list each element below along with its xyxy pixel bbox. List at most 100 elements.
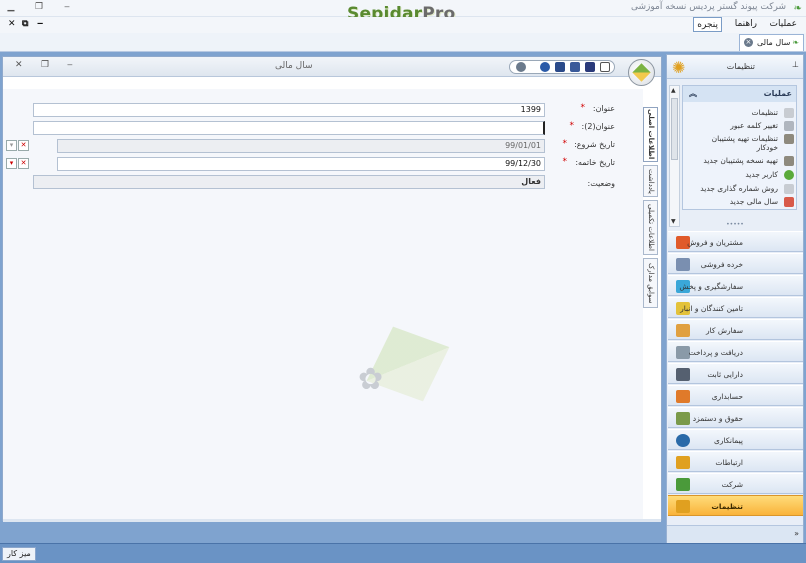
nav-payroll[interactable]: حقوق و دستمزد: [668, 407, 803, 428]
window-title: سال مالی: [275, 61, 313, 71]
nav-company[interactable]: شرکت: [668, 473, 803, 494]
tab-extra-info[interactable]: اطلاعات تکمیلی: [643, 200, 658, 255]
required-mark: *: [562, 157, 568, 167]
calendar-icon[interactable]: ▾: [6, 158, 17, 169]
help-icon[interactable]: [516, 62, 526, 72]
nav-retail[interactable]: خرده فروشی: [668, 253, 803, 274]
doc-tab-fiscal-year[interactable]: ❧سال مالی×: [738, 34, 804, 51]
pin-icon[interactable]: ⊥: [792, 60, 799, 69]
end-date-input[interactable]: 99/12/30: [57, 157, 545, 171]
nav-order-distribution[interactable]: سفارشگیری و پخش: [668, 275, 803, 296]
nav-settings[interactable]: تنظیمات: [668, 495, 803, 516]
nav-label: ارتباطات: [715, 458, 743, 467]
new-document-icon[interactable]: [600, 62, 610, 72]
new-backup-icon: [784, 156, 794, 166]
save-close-icon[interactable]: [585, 62, 595, 72]
settings-gear-icon: ✺: [672, 58, 686, 77]
close-tab-icon[interactable]: ×: [743, 38, 753, 47]
ops-scrollbar[interactable]: ▲ ▼: [669, 85, 680, 227]
navigation-orb[interactable]: [628, 59, 655, 86]
toolbar: [509, 60, 615, 74]
label-start-date: تاریخ شروع:: [574, 140, 615, 149]
backup-settings-icon: [784, 134, 794, 144]
doc-tab-logo-icon: ❧: [792, 38, 799, 47]
panel-header: ✺ تنظیمات ⊥: [667, 55, 803, 79]
calendar-icon[interactable]: ▾: [6, 140, 17, 151]
splitter-grip[interactable]: •••••: [667, 222, 803, 230]
nav-accounting[interactable]: حسابداری: [668, 385, 803, 406]
info-icon[interactable]: [540, 62, 550, 72]
save-new-icon[interactable]: [570, 62, 580, 72]
nav-label: پیمانکاری: [714, 436, 743, 445]
nav-label: تنظیمات: [711, 502, 743, 511]
restore-mdi-icon[interactable]: ⧉: [22, 19, 28, 29]
orb-logo-icon: [632, 63, 651, 82]
nav-suppliers-warehouse[interactable]: تامین کنندگان و انبار: [668, 297, 803, 318]
window-header: ✕ ❐ ‒ سال مالی: [3, 57, 661, 77]
window-close-icon[interactable]: ✕: [15, 60, 23, 70]
start-date-input[interactable]: 99/01/01: [57, 139, 545, 153]
nav-communications[interactable]: ارتباطات: [668, 451, 803, 472]
title-input[interactable]: 1399: [33, 103, 545, 117]
label-status: وضعیت:: [587, 179, 615, 188]
window-minimize-icon[interactable]: ‒: [60, 2, 74, 12]
nav-customers-sales[interactable]: مشتریان و فروش: [668, 231, 803, 252]
expand-chevron-icon[interactable]: »: [794, 529, 799, 538]
title2-input[interactable]: [33, 121, 545, 135]
restore-icon[interactable]: ❐: [32, 2, 46, 12]
nav-work-order[interactable]: سفارش کار: [668, 319, 803, 340]
save-icon[interactable]: [555, 62, 565, 72]
label-end-date: تاریخ خاتمه:: [575, 158, 615, 167]
calendar-new-icon: [784, 197, 794, 207]
app-title: شرکت پیوند گستر پردیس نسخه آموزشی: [630, 2, 786, 12]
nav-label: دریافت و پرداخت: [688, 348, 743, 357]
collapse-chevron-icon[interactable]: ︽: [689, 86, 697, 102]
op-backup-settings[interactable]: تنظیمات تهیه پشتیبان: [712, 134, 778, 143]
close-mdi-icon[interactable]: ✕: [8, 19, 16, 29]
clear-date-icon[interactable]: ✕: [18, 140, 29, 151]
watermark: ✿: [358, 326, 450, 414]
nav-receipts-payments[interactable]: دریافت و پرداخت: [668, 341, 803, 362]
op-new-numbering[interactable]: روش شماره گذاری جدید: [700, 184, 778, 193]
doc-tab-label: سال مالی: [756, 38, 791, 47]
row-end-date: تاریخ خاتمه: * 99/12/30 ✕ ▾: [5, 157, 615, 171]
op-settings[interactable]: تنظیمات: [752, 108, 778, 117]
menu-help[interactable]: راهنما: [732, 17, 760, 32]
scroll-up-icon[interactable]: ▲: [671, 87, 676, 94]
operations-list: ︽ عملیات تنظیمات تغییر کلمه عبور تنظیمات …: [682, 85, 797, 210]
minimize-icon[interactable]: ▁: [4, 2, 18, 12]
menu-operations[interactable]: عملیات: [767, 17, 800, 32]
numbering-icon: [784, 184, 794, 194]
new-user-icon: [784, 170, 794, 180]
tab-notes[interactable]: یادداشت: [643, 165, 658, 197]
tab-document-history[interactable]: سوابق مدارک: [643, 258, 658, 308]
menu-bar: ✕ ⧉ ‒ عملیات راهنما پنجره: [0, 17, 806, 33]
clear-date-icon[interactable]: ✕: [18, 158, 29, 169]
required-mark: *: [580, 103, 586, 113]
scroll-thumb[interactable]: [671, 98, 678, 160]
tab-main-info[interactable]: اطلاعات اصلی: [643, 107, 658, 162]
document-tab-strip: ❧سال مالی×: [0, 33, 806, 52]
row-status: وضعیت: فعال: [5, 175, 615, 189]
nav-label: سفارش کار: [705, 326, 743, 335]
desktop-button[interactable]: میز کار: [2, 547, 36, 561]
right-navigation-panel: ✺ تنظیمات ⊥ ▲ ▼ ︽ عملیات تنظیمات تغییر کل…: [666, 54, 804, 543]
op-new-user[interactable]: کاربر جدید: [745, 170, 778, 179]
op-new-fiscal-year[interactable]: سال مالی جدید: [730, 197, 778, 206]
operations-header[interactable]: ︽ عملیات: [683, 86, 796, 102]
settings-icon: [784, 108, 794, 118]
status-bar: میز کار: [0, 543, 806, 563]
row-title2: عنوان(2): *: [5, 121, 615, 135]
minimize-mdi-icon[interactable]: ‒: [37, 19, 43, 29]
op-backup-settings-auto[interactable]: خودکار: [757, 143, 778, 152]
nav-label: مشتریان و فروش: [687, 238, 743, 247]
nav-contracting[interactable]: پیمانکاری: [668, 429, 803, 450]
op-change-password[interactable]: تغییر کلمه عبور: [730, 121, 778, 130]
menu-window[interactable]: پنجره: [693, 17, 722, 32]
window-restore-icon[interactable]: ❐: [41, 60, 49, 70]
op-new-backup[interactable]: تهیه نسخه پشتیبان جدید: [703, 156, 778, 165]
row-title: عنوان: * 1399: [5, 103, 615, 117]
window-minimize-icon[interactable]: ‒: [67, 60, 73, 70]
user-key-icon: [784, 121, 794, 131]
nav-fixed-assets[interactable]: دارایی ثابت: [668, 363, 803, 384]
